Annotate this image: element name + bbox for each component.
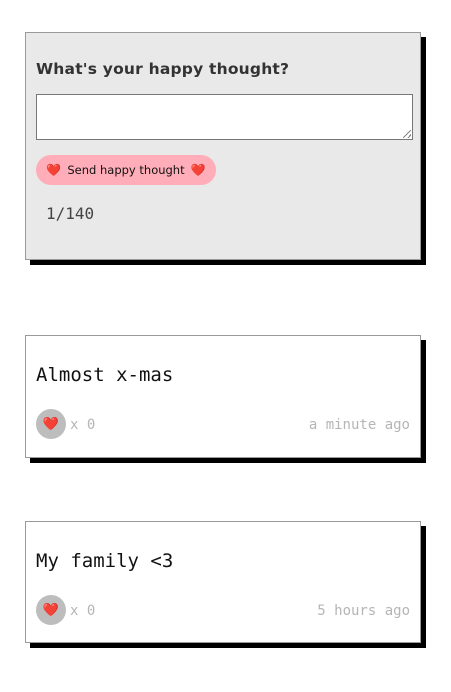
timestamp: 5 hours ago <box>317 603 410 619</box>
send-button-label: Send happy thought <box>67 163 185 177</box>
like-button[interactable]: ❤️ <box>36 409 66 439</box>
like-count: x 0 <box>70 603 96 619</box>
like-button[interactable]: ❤️ <box>36 595 66 625</box>
character-counter: 1/140 <box>46 204 95 223</box>
heart-icon: ❤️ <box>190 163 206 177</box>
form-title: What's your happy thought? <box>36 60 290 78</box>
heart-icon: ❤️ <box>46 163 62 177</box>
happy-thought-form: What's your happy thought? ❤️ Send happy… <box>25 32 421 260</box>
heart-icon: ❤️ <box>42 416 60 432</box>
thought-input[interactable] <box>36 94 413 140</box>
like-count: x 0 <box>70 417 96 433</box>
thought-message: Almost x-mas <box>36 364 174 386</box>
timestamp: a minute ago <box>308 417 410 433</box>
send-button[interactable]: ❤️ Send happy thought ❤️ <box>36 155 216 185</box>
resize-handle-icon[interactable] <box>403 130 411 138</box>
thought-card: My family <3 ❤️ x 0 5 hours ago <box>25 521 421 643</box>
heart-icon: ❤️ <box>42 602 60 618</box>
thought-card: Almost x-mas ❤️ x 0 a minute ago <box>25 335 421 458</box>
thought-message: My family <3 <box>36 550 174 572</box>
